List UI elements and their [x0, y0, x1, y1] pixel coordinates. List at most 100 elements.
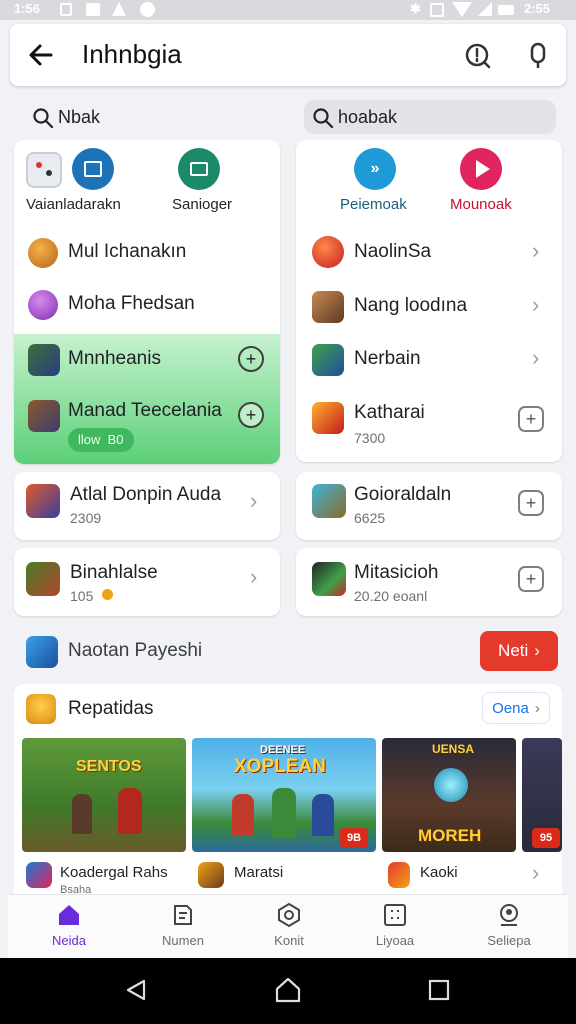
- status-bar: 1:56 ✱ 2:55: [0, 0, 576, 20]
- list-item[interactable]: Katharai 7300 +: [296, 388, 562, 460]
- microphone-icon[interactable]: [526, 41, 550, 71]
- card-subtitle: 105: [70, 588, 94, 604]
- calendar-app-icon[interactable]: [72, 148, 114, 190]
- list-card[interactable]: Binahlalse 105 ›: [14, 548, 280, 616]
- home-nav-icon[interactable]: [274, 976, 302, 1004]
- game-icon: [198, 862, 224, 888]
- tab-label: Numen: [162, 933, 204, 948]
- back-arrow-icon[interactable]: [26, 40, 56, 70]
- list-item[interactable]: Nerbain ›: [296, 334, 562, 386]
- list-item-title: Nang loodına: [354, 295, 468, 316]
- page-title: Inhnbgia: [82, 39, 182, 69]
- chevron-right-icon: ›: [534, 641, 540, 660]
- list-item[interactable]: Mnnheanis +: [14, 334, 280, 384]
- card-subtitle: 2309: [70, 510, 102, 526]
- list-item[interactable]: Moha Fhedsan: [14, 278, 280, 332]
- list-card[interactable]: Goioraldaln 6625 +: [296, 472, 562, 540]
- tab-discover[interactable]: Konit: [244, 901, 334, 948]
- list-item-title: Moha Fhedsan: [68, 293, 195, 314]
- wifi-icon: [452, 2, 472, 17]
- trophy-icon: [26, 694, 56, 724]
- card-title: Atlal Donpin Auda: [70, 484, 222, 505]
- card-title: Goioraldaln: [354, 484, 452, 505]
- promo-button[interactable]: Neti ›: [480, 631, 558, 671]
- add-icon[interactable]: +: [518, 490, 544, 516]
- add-icon[interactable]: +: [238, 346, 264, 372]
- profile-icon: [500, 904, 518, 926]
- back-nav-icon[interactable]: [124, 978, 148, 1002]
- game-thumbnail[interactable]: 95: [522, 738, 562, 852]
- game-info[interactable]: Kaoki: [382, 854, 516, 896]
- notification-icon: [112, 2, 126, 16]
- game-icon: [312, 291, 344, 323]
- gallery-icon: [86, 3, 100, 16]
- see-all-button[interactable]: Oena ›: [482, 692, 550, 724]
- chevron-right-icon: ›: [532, 292, 540, 317]
- bottom-tab-bar: Neida Numen Konit Liyoaa Seliepa: [8, 894, 568, 958]
- add-icon[interactable]: +: [518, 406, 544, 432]
- chevron-right-icon: ›: [250, 564, 258, 589]
- status-time-right: 2:55: [524, 1, 551, 16]
- list-item-title: NaolinSa: [354, 241, 432, 262]
- app-notification-icon: [140, 2, 155, 17]
- add-icon[interactable]: +: [518, 566, 544, 592]
- search-query-right: hoabak: [338, 107, 398, 127]
- search-field-left[interactable]: Nbak: [24, 100, 274, 134]
- promo-button-label: Neti: [498, 641, 529, 660]
- tab-profile[interactable]: Seliepa: [464, 901, 554, 948]
- chevron-right-icon: ›: [532, 345, 540, 370]
- tab-label: Liyoaa: [375, 933, 415, 948]
- game-icon: [388, 862, 410, 888]
- share-app-icon[interactable]: »: [354, 148, 396, 190]
- card-title: Mitasicioh: [354, 562, 439, 583]
- list-item-title: Nerbain: [354, 348, 421, 369]
- tab-library[interactable]: Liyoaa: [350, 901, 440, 948]
- game-art-title: XOPLEAN: [234, 756, 326, 777]
- book-icon: [174, 905, 192, 925]
- game-art-subtitle: UENSA: [432, 742, 475, 756]
- signal-icon: [478, 2, 492, 16]
- game-icon: [312, 402, 344, 434]
- game-name: Koadergal Rahs: [60, 864, 168, 881]
- game-art-subtitle: DEENEE: [260, 744, 306, 756]
- list-card[interactable]: Mitasicioh 20.20 eoanl +: [296, 548, 562, 616]
- list-card[interactable]: Atlal Donpin Auda 2309 ›: [14, 472, 280, 540]
- promo-icon: [26, 636, 58, 668]
- game-thumbnail[interactable]: UENSA MOREH: [382, 738, 516, 852]
- game-icon: [28, 238, 58, 268]
- tab-label: Konit: [274, 933, 304, 948]
- right-panel: » Peiemoak Mounoak NaolinSa › Nang loodı…: [296, 140, 562, 462]
- game-info[interactable]: Maratsi: [192, 854, 376, 896]
- battery-icon: [498, 5, 514, 15]
- info-alert-icon[interactable]: [464, 42, 492, 70]
- recents-nav-icon[interactable]: [428, 979, 450, 1001]
- list-item[interactable]: NaolinSa ›: [296, 226, 562, 280]
- list-item[interactable]: Manad Teecelania + llow B0: [14, 386, 280, 462]
- highlighted-section: Mnnheanis + Manad Teecelania + llow B0: [14, 334, 280, 464]
- featured-section: Repatidas Oena › SENTOS Koadergal Rahs B…: [14, 684, 562, 896]
- dice-app-icon[interactable]: [26, 152, 62, 188]
- coin-icon: [102, 589, 113, 600]
- hexagon-icon: [278, 902, 300, 928]
- tab-home[interactable]: Neida: [24, 901, 114, 948]
- tab-label: Neida: [52, 933, 86, 948]
- home-icon: [59, 905, 79, 925]
- chevron-right-icon[interactable]: ›: [532, 860, 539, 886]
- play-app-icon[interactable]: [460, 148, 502, 190]
- game-thumbnail[interactable]: DEENEE XOPLEAN 9B: [192, 738, 376, 852]
- game-badge: 95: [532, 828, 560, 848]
- left-panel: Vaianladarakn Sanioger Mul Ichanakın Moh…: [14, 140, 280, 464]
- app-label: Sanioger: [172, 196, 233, 213]
- search-field-right[interactable]: hoabak: [304, 100, 556, 134]
- system-navigation-bar: [0, 958, 576, 1024]
- list-item-title: Katharai: [354, 402, 425, 423]
- game-info[interactable]: Koadergal Rahs Bsaha: [22, 854, 186, 896]
- see-all-label: Oena: [492, 699, 529, 717]
- list-item[interactable]: Mul Ichanakın: [14, 226, 280, 278]
- add-icon[interactable]: +: [238, 402, 264, 428]
- board-app-icon[interactable]: [178, 148, 220, 190]
- tab-menu[interactable]: Numen: [138, 901, 228, 948]
- section-title: Repatidas: [68, 698, 154, 719]
- game-thumbnail[interactable]: SENTOS: [22, 738, 186, 852]
- list-item[interactable]: Nang loodına ›: [296, 280, 562, 334]
